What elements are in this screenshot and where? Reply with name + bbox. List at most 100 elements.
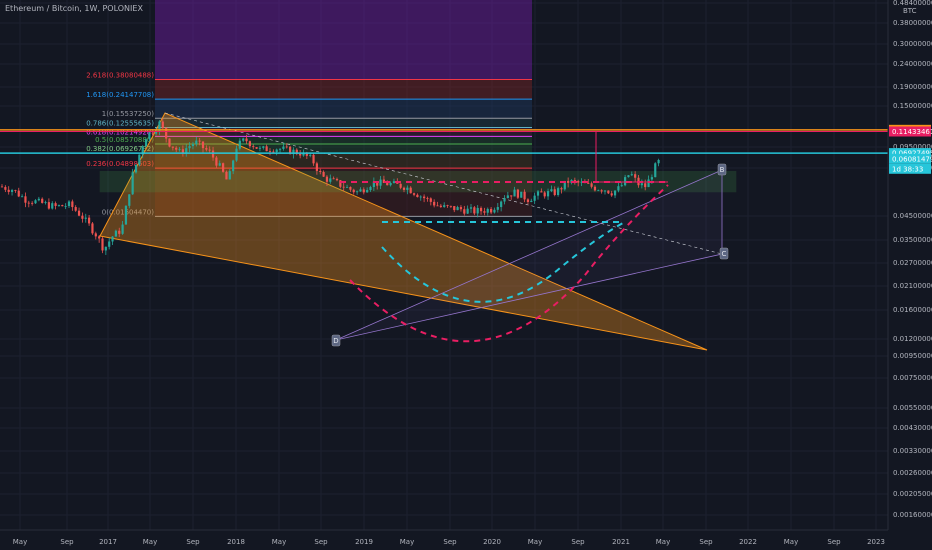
candle-body: [436, 205, 439, 207]
candle-body: [429, 198, 432, 202]
candle-body: [617, 186, 620, 191]
candle-body: [222, 163, 225, 172]
candle-body: [0, 186, 4, 188]
candle-body: [315, 163, 318, 171]
candle-body: [513, 189, 516, 197]
candle-body: [640, 183, 643, 186]
candle-body: [108, 241, 111, 247]
candle-body: [523, 191, 526, 200]
candle-body: [74, 207, 77, 211]
y-tick-label: 0.00260000: [893, 469, 932, 477]
candle-body: [255, 147, 258, 149]
candle-body: [309, 154, 312, 156]
x-tick-label: 2020: [483, 538, 501, 546]
candle-body: [644, 183, 647, 188]
y-tick-label: 0.00205000: [893, 490, 932, 498]
candle-body: [546, 191, 550, 197]
candle-body: [490, 208, 493, 213]
candle-body: [228, 171, 231, 180]
candle-body: [84, 217, 87, 219]
candle-body: [4, 187, 7, 190]
x-tick-label: May: [13, 538, 27, 546]
candle-body: [553, 189, 556, 196]
candle-body: [325, 176, 329, 182]
candle-body: [121, 224, 124, 234]
pattern-point-label: B: [720, 166, 725, 174]
candle-body: [510, 195, 513, 197]
candle-body: [61, 205, 64, 207]
candle-body: [399, 183, 402, 188]
candle-body: [77, 210, 81, 216]
candle-body: [613, 190, 617, 196]
candle-body: [345, 187, 349, 188]
candle-body: [356, 191, 359, 193]
candle-body: [225, 171, 228, 180]
candle-body: [41, 198, 44, 203]
candle-body: [600, 190, 603, 192]
y-tick-label: 0.02100000: [893, 282, 932, 290]
x-tick-label: Sep: [186, 538, 200, 546]
candle-body: [191, 143, 195, 147]
candle-body: [654, 163, 657, 178]
candle-body: [188, 146, 191, 149]
candle-body: [134, 164, 138, 173]
candle-body: [17, 190, 20, 197]
y-tick-label: 0.00160000: [893, 511, 932, 519]
candle-body: [657, 159, 660, 164]
candle-body: [64, 206, 67, 207]
x-tick-label: Sep: [571, 538, 585, 546]
candle-body: [352, 189, 355, 193]
candle-body: [232, 160, 235, 172]
candle-body: [275, 149, 278, 153]
candle-body: [44, 202, 47, 203]
candle-body: [560, 188, 563, 190]
y-tick-label: 0.00550000: [893, 404, 932, 412]
y-tick-label: 0.01200000: [893, 335, 932, 343]
candle-body: [516, 189, 519, 198]
price-chart[interactable]: 2.618(0.38080488) 1.618(0.24147708) 1(0.15…: [0, 0, 932, 550]
fib-level-label: 1.618(0.24147708): [86, 91, 154, 99]
candle-body: [114, 230, 117, 237]
candle-body: [215, 157, 218, 166]
candle-body: [7, 189, 10, 192]
candle-body: [51, 203, 54, 209]
x-tick-label: 2019: [355, 538, 373, 546]
fib-zone: [155, 99, 532, 119]
candle-body: [54, 203, 57, 206]
candle-body: [252, 146, 255, 148]
candle-body: [476, 207, 479, 214]
price-label: 1d 38:33: [892, 165, 923, 173]
candle-body: [144, 139, 148, 147]
candle-body: [319, 170, 322, 172]
candle-body: [557, 188, 560, 196]
candle-body: [91, 223, 94, 234]
y-tick-label: 0.04500000: [893, 212, 932, 220]
candle-body: [402, 187, 406, 190]
pattern-point-label: D: [333, 337, 338, 345]
x-tick-label: May: [143, 538, 157, 546]
candle-body: [242, 138, 245, 141]
candle-body: [496, 207, 499, 210]
candle-body: [124, 205, 128, 225]
candle-body: [520, 191, 523, 198]
candle-body: [312, 154, 315, 164]
candle-body: [409, 187, 412, 194]
candle-body: [630, 174, 633, 176]
candle-body: [463, 209, 466, 214]
candle-body: [131, 172, 134, 195]
candle-body: [486, 208, 489, 213]
candle-body: [483, 211, 486, 213]
candle-body: [406, 187, 409, 190]
y-tick-label: 0.00950000: [893, 352, 932, 360]
candle-body: [446, 205, 449, 206]
candle-body: [151, 132, 154, 134]
y-tick-label: 0.30000000: [893, 40, 932, 48]
candle-body: [603, 190, 607, 192]
candle-body: [94, 233, 97, 237]
candle-body: [533, 195, 536, 201]
candle-body: [479, 207, 483, 212]
candle-body: [459, 207, 463, 210]
candle-body: [449, 205, 452, 207]
candle-body: [161, 121, 164, 128]
candle-body: [550, 189, 553, 192]
